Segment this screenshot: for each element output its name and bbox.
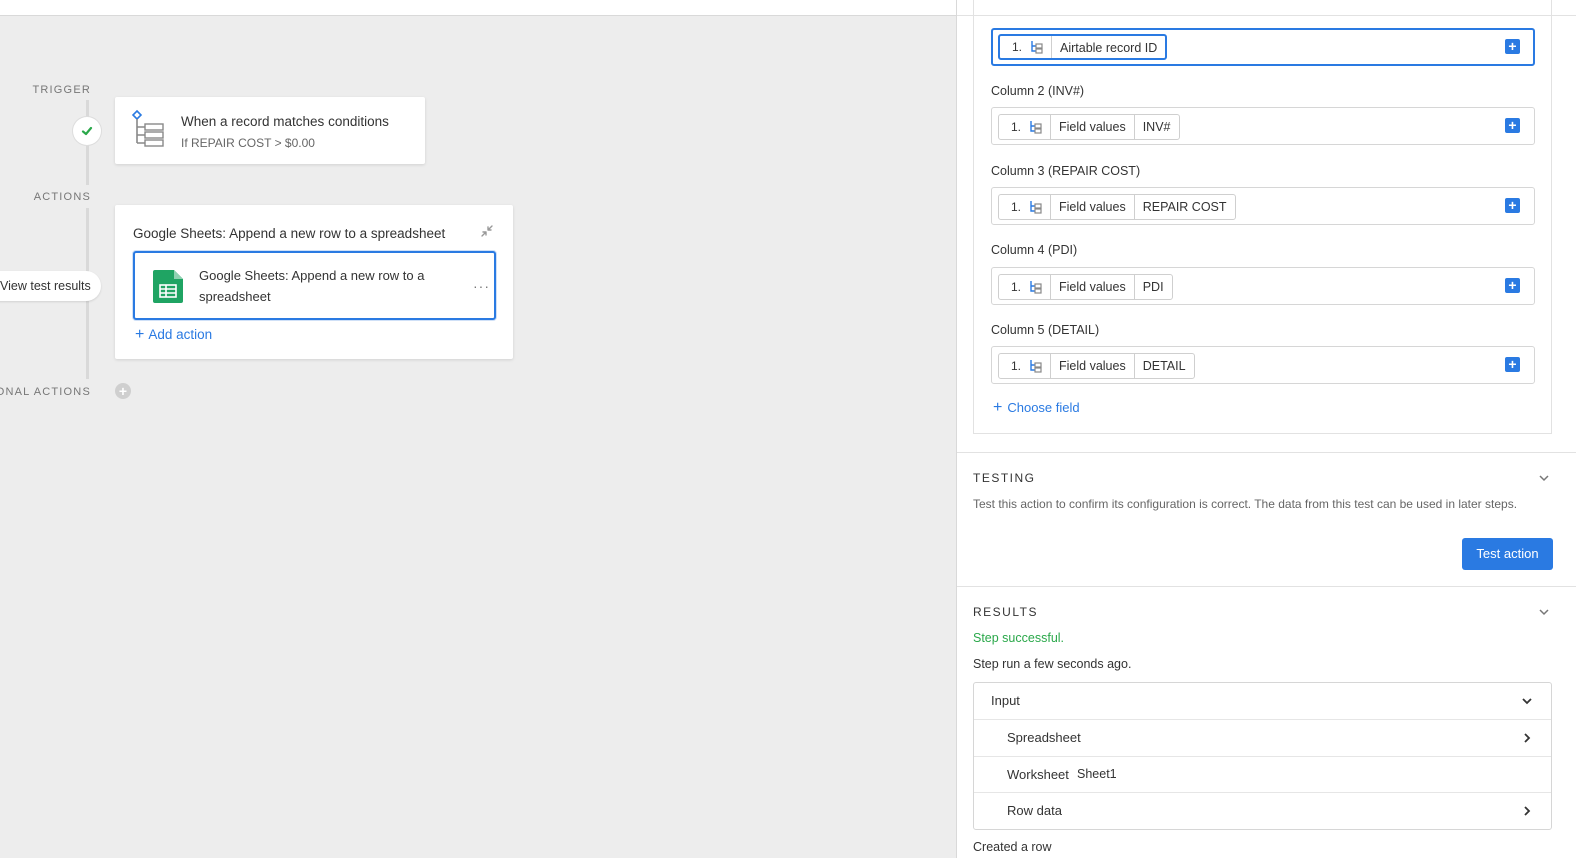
insert-data-icon[interactable]: + (1505, 39, 1520, 54)
collapse-icon[interactable] (479, 223, 495, 239)
action-step-google-sheets[interactable]: Google Sheets: Append a new row to a spr… (133, 251, 496, 320)
actions-card-title: Google Sheets: Append a new row to a spr… (133, 226, 446, 241)
column-3-label: Column 3 (REPAIR COST) (991, 164, 1141, 178)
more-options-icon[interactable]: ··· (473, 279, 490, 293)
chevron-down-icon (1522, 698, 1532, 705)
mapped-value-pill[interactable]: 1. Field values INV# (998, 114, 1180, 140)
result-label: Row data (1007, 803, 1062, 818)
chevron-down-icon[interactable] (1537, 605, 1551, 619)
step-config-panel: 1. Airtable record ID + Column 2 (INV#) … (956, 0, 1576, 858)
result-label: Input (991, 693, 1020, 708)
step-number: 1. (1011, 280, 1022, 294)
step-number: 1. (1011, 359, 1022, 373)
data-tree-icon (1030, 360, 1042, 373)
testing-description: Test this action to confirm its configur… (973, 497, 1518, 511)
data-tree-icon (1030, 121, 1042, 134)
section-divider (957, 586, 1576, 587)
step-run-time: Step run a few seconds ago. (973, 657, 1132, 671)
section-divider (957, 452, 1576, 453)
flow-rail (86, 301, 89, 379)
chevron-right-icon (1524, 733, 1531, 743)
result-value: Sheet1 (1077, 767, 1117, 781)
mapped-value-pill[interactable]: 1. Field values REPAIR COST (998, 194, 1236, 220)
result-label: Spreadsheet (1007, 730, 1081, 745)
trigger-title: When a record matches conditions (181, 114, 389, 129)
trigger-success-icon (73, 117, 101, 145)
workflow-canvas: TRIGGER ACTIONS OPTIONAL ACTIONS + When … (0, 0, 956, 858)
insert-data-icon[interactable]: + (1505, 357, 1520, 372)
data-tree-icon (1030, 281, 1042, 294)
pill-segment: Field values (1051, 354, 1135, 378)
chevron-right-icon (1524, 806, 1531, 816)
result-row-row-data[interactable]: Row data (974, 792, 1551, 828)
test-action-button[interactable]: Test action (1462, 538, 1553, 570)
plus-icon: + (993, 399, 1003, 416)
column-2-field[interactable]: 1. Field values INV# + (991, 107, 1535, 145)
add-action-label: Add action (148, 327, 213, 342)
mapped-value-pill[interactable]: 1. Field values DETAIL (998, 353, 1195, 379)
trigger-condition: If REPAIR COST > $0.00 (181, 136, 315, 150)
column-5-label: Column 5 (DETAIL) (991, 323, 1100, 337)
action-step-label: Google Sheets: Append a new row to a spr… (199, 268, 425, 304)
pill-segment: REPAIR COST (1142, 200, 1227, 214)
actions-section-label: ACTIONS (33, 191, 91, 203)
pill-segment: PDI (1142, 280, 1164, 294)
result-row-worksheet: Worksheet Sheet1 (974, 756, 1551, 792)
pill-segment: Field values (1051, 195, 1135, 219)
insert-data-icon[interactable]: + (1505, 198, 1520, 213)
trigger-card[interactable]: When a record matches conditions If REPA… (115, 97, 425, 164)
pill-segment: Airtable record ID (1060, 41, 1158, 55)
view-test-results-button[interactable]: View test results (0, 271, 101, 301)
chevron-down-icon[interactable] (1537, 471, 1551, 485)
flow-rail (86, 208, 89, 272)
result-label: Worksheet (1007, 767, 1069, 782)
step-status: Step successful. (973, 631, 1065, 645)
created-row-text: Created a row (973, 840, 1052, 854)
pill-segment: INV# (1142, 120, 1171, 134)
results-tree: Input Spreadsheet Worksheet Sheet1 Row d… (973, 682, 1552, 830)
data-tree-icon (1030, 201, 1042, 214)
flow-rail (86, 145, 89, 185)
column-2-label: Column 2 (INV#) (991, 84, 1085, 98)
plus-icon: + (135, 326, 145, 343)
column-5-field[interactable]: 1. Field values DETAIL + (991, 346, 1535, 384)
results-section-title[interactable]: RESULTS (973, 605, 1038, 619)
mapped-value-pill[interactable]: 1. Field values PDI (998, 274, 1173, 300)
pill-segment: Field values (1051, 115, 1135, 139)
trigger-section-label: TRIGGER (32, 84, 91, 96)
add-action-link[interactable]: + Add action (135, 326, 212, 344)
column-1-field[interactable]: 1. Airtable record ID + (991, 28, 1535, 66)
step-number: 1. (1011, 200, 1022, 214)
mapped-value-pill[interactable]: 1. Airtable record ID (998, 34, 1168, 60)
flow-rail (86, 100, 89, 117)
insert-data-icon[interactable]: + (1505, 118, 1520, 133)
optional-actions-section-label: OPTIONAL ACTIONS (0, 386, 91, 398)
choose-field-label: Choose field (1007, 400, 1080, 415)
data-tree-icon (1031, 41, 1043, 54)
column-3-field[interactable]: 1. Field values REPAIR COST + (991, 187, 1535, 225)
google-sheets-icon (153, 270, 183, 303)
conditions-tree-icon (131, 109, 164, 147)
pill-segment: Field values (1051, 275, 1135, 299)
column-4-field[interactable]: 1. Field values PDI + (991, 267, 1535, 305)
add-optional-action-icon[interactable]: + (115, 383, 131, 399)
result-row-input[interactable]: Input (974, 683, 1551, 719)
step-number: 1. (1012, 40, 1023, 54)
actions-card: Google Sheets: Append a new row to a spr… (115, 205, 513, 359)
choose-field-link[interactable]: + Choose field (993, 399, 1080, 417)
result-row-spreadsheet[interactable]: Spreadsheet (974, 719, 1551, 755)
canvas-top-bar (0, 0, 956, 16)
testing-section-title[interactable]: TESTING (973, 471, 1036, 485)
insert-data-icon[interactable]: + (1505, 278, 1520, 293)
column-4-label: Column 4 (PDI) (991, 243, 1078, 257)
pill-segment: DETAIL (1142, 359, 1186, 373)
step-number: 1. (1011, 120, 1022, 134)
